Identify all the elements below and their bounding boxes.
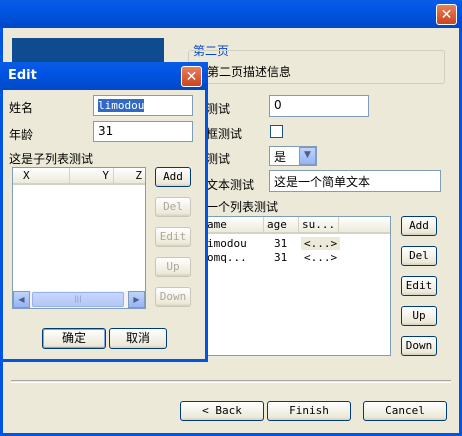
edit-dialog-body: 姓名 limodou 年龄 31 这是子列表测试 X Y Z ◀ ||| ▶ A…: [3, 90, 205, 359]
int-field-input[interactable]: 0: [269, 95, 369, 117]
row-age: 31: [274, 251, 288, 264]
add-button[interactable]: Add: [401, 216, 437, 236]
column-header-y[interactable]: Y: [70, 168, 114, 185]
column-header-filler: [339, 217, 390, 234]
dialog-cancel-button[interactable]: 取消: [109, 328, 167, 349]
row-sub[interactable]: <...>: [301, 251, 340, 264]
name-input[interactable]: limodou: [93, 95, 193, 116]
int-field-label: 测试: [206, 102, 231, 116]
text-field-label: 文本测试: [206, 178, 255, 192]
page-description: 第二页描述信息: [207, 65, 292, 79]
wizard-close-button[interactable]: ✕: [436, 4, 457, 25]
row-sub[interactable]: <...>: [301, 237, 341, 250]
table-row[interactable]: omq... 31 <...>: [204, 251, 390, 264]
text-field-input[interactable]: 这是一个简单文本: [269, 170, 441, 192]
row-name: omq...: [207, 251, 247, 264]
finish-button[interactable]: Finish: [267, 401, 351, 421]
chevron-down-icon[interactable]: ▼: [299, 147, 316, 165]
sublist-add-button[interactable]: Add: [155, 167, 191, 187]
test-checkbox[interactable]: [270, 125, 283, 138]
page-description-box: 第二页描述信息: [188, 50, 445, 84]
edit-dialog-title-bar[interactable]: Edit ✕: [0, 62, 208, 90]
horizontal-scrollbar[interactable]: ◀ ||| ▶: [13, 291, 145, 308]
edit-dialog-close-button[interactable]: ✕: [181, 66, 202, 87]
wizard-title-bar[interactable]: [0, 0, 462, 28]
scroll-thumb[interactable]: |||: [32, 292, 124, 307]
column-header-age[interactable]: age: [264, 217, 299, 234]
combo-value: 是: [274, 150, 287, 164]
sublist-delete-button[interactable]: Del: [155, 197, 191, 217]
column-header-z[interactable]: Z: [114, 168, 145, 185]
combo-field-label: 测试: [206, 152, 231, 166]
column-header-sub[interactable]: su...: [299, 217, 339, 234]
scroll-left-arrow-icon[interactable]: ◀: [13, 291, 30, 308]
sublist-label: 这是子列表测试: [9, 152, 94, 166]
edit-button[interactable]: Edit: [401, 276, 437, 296]
cancel-button[interactable]: Cancel: [363, 401, 447, 421]
name-value: limodou: [98, 99, 145, 112]
row-name: imodou: [207, 237, 247, 250]
name-label: 姓名: [9, 101, 34, 115]
edit-dialog-title: Edit: [8, 68, 37, 83]
up-button[interactable]: Up: [401, 306, 437, 326]
wizard-list-table[interactable]: ame age su... imodou 31 <...> omq... 31 …: [203, 216, 391, 356]
age-input[interactable]: 31: [93, 121, 193, 142]
sublist-table[interactable]: X Y Z ◀ ||| ▶: [12, 167, 146, 309]
column-header-x[interactable]: X: [13, 168, 70, 185]
delete-button[interactable]: Del: [401, 246, 437, 266]
checkbox-field-label: 框测试: [206, 127, 243, 141]
ok-button[interactable]: 确定: [42, 328, 106, 349]
row-age: 31: [274, 237, 288, 250]
sublist-edit-button[interactable]: Edit: [155, 227, 191, 247]
list-field-label: 一个列表测试: [206, 200, 279, 214]
sublist-up-button[interactable]: Up: [155, 257, 191, 277]
age-label: 年龄: [9, 128, 34, 142]
table-row[interactable]: imodou 31 <...>: [204, 237, 390, 250]
footer-separator: [11, 380, 451, 383]
back-button[interactable]: < Back: [180, 401, 264, 421]
sublist-down-button[interactable]: Down: [155, 287, 191, 307]
scroll-right-arrow-icon[interactable]: ▶: [128, 291, 145, 308]
down-button[interactable]: Down: [401, 336, 437, 356]
edit-dialog: Edit ✕ 姓名 limodou 年龄 31 这是子列表测试 X Y Z ◀ …: [0, 62, 208, 362]
column-header-name[interactable]: ame: [204, 217, 264, 234]
